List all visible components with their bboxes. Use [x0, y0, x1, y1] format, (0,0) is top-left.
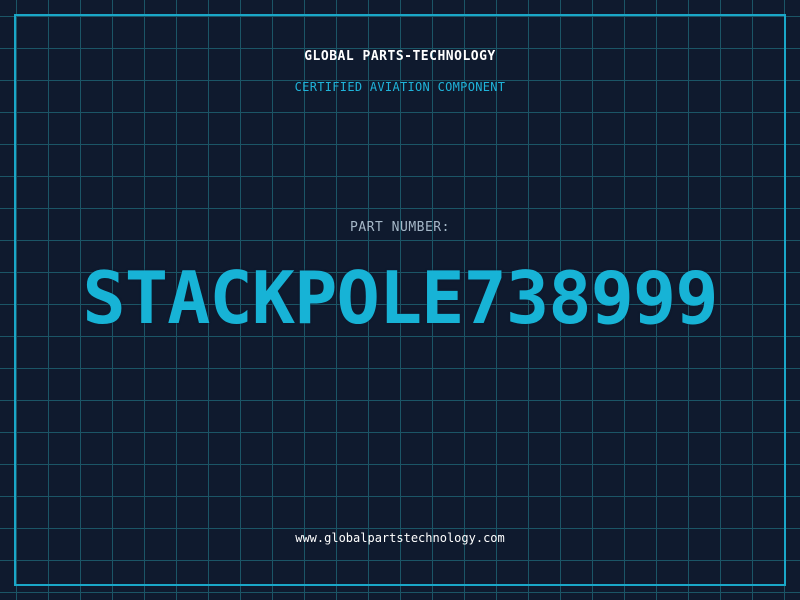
company-name: GLOBAL PARTS-TECHNOLOGY: [304, 49, 496, 64]
part-number-label: PART NUMBER:: [350, 220, 450, 235]
part-number-value: STACKPOLE738999: [82, 256, 718, 340]
certification-subtitle: CERTIFIED AVIATION COMPONENT: [294, 80, 506, 94]
website-url: www.globalpartstechnology.com: [295, 531, 505, 545]
